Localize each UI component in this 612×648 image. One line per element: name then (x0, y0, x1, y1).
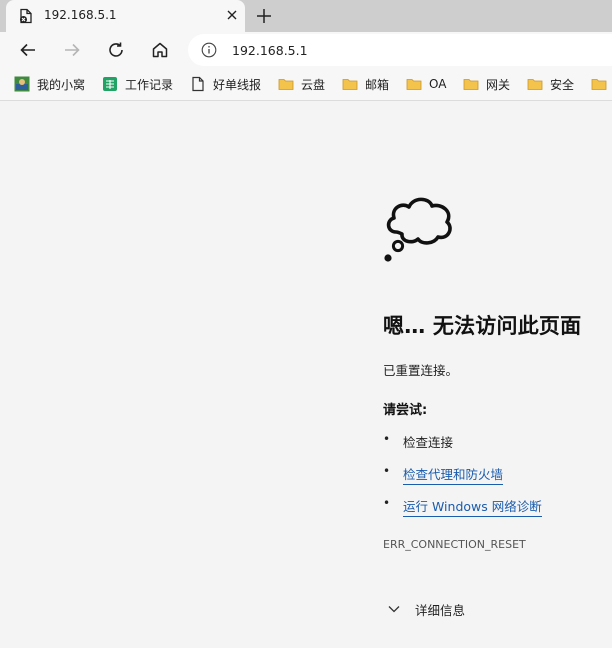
folder-icon (527, 79, 543, 90)
bookmark-folder-gateway[interactable]: 网关 (463, 75, 510, 93)
bookmark-label: 云盘 (301, 77, 326, 92)
tab-active[interactable]: 192.168.5.1 (6, 0, 245, 32)
url-input[interactable] (232, 40, 612, 60)
home-icon (152, 42, 168, 58)
folder-icon (463, 79, 479, 90)
refresh-button[interactable] (102, 36, 130, 64)
error-page (0, 101, 612, 648)
bookmark-label: 工作记录 (125, 77, 174, 92)
details-label: 详细信息 (415, 602, 466, 618)
tab-title: 192.168.5.1 (44, 8, 117, 22)
new-tab-icon[interactable] (254, 6, 274, 26)
chevron-down-icon (388, 606, 400, 613)
forward-arrow-icon (65, 43, 80, 57)
bullet: • (383, 432, 391, 446)
bookmark-work-log[interactable]: 工作记录 (102, 75, 173, 93)
bookmark-deals[interactable]: 好单线报 (190, 75, 261, 93)
error-title: 嗯… 无法访问此页面 (383, 314, 582, 338)
bookmark-folder-security[interactable]: 安全 (527, 75, 574, 93)
folder-icon (406, 79, 422, 90)
broken-page-icon (20, 8, 32, 24)
close-icon[interactable] (224, 7, 240, 23)
bookmark-label: 网关 (486, 77, 511, 92)
folder-icon (278, 79, 294, 90)
bookmark-folder-oa[interactable]: OA (406, 75, 446, 93)
bookmark-label: 好单线报 (213, 77, 262, 92)
link-check-proxy-firewall[interactable]: 检查代理和防火墙 (403, 464, 504, 485)
forward-button[interactable] (58, 36, 86, 64)
try-heading: 请尝试: (383, 403, 428, 418)
home-button[interactable] (146, 36, 174, 64)
folder-icon (591, 79, 607, 90)
suggestion-check-connection: 检查连接 (403, 435, 454, 450)
thought-cloud-icon (384, 197, 452, 262)
back-arrow-icon (20, 43, 35, 57)
page-icon (192, 76, 204, 92)
bullet: • (383, 496, 391, 510)
bookmarks-bar: 我的小窝 工作记录 好单线报 云盘 邮箱 OA 网关 安全 (0, 68, 612, 101)
info-icon[interactable] (201, 42, 217, 58)
bookmark-label: OA (429, 77, 447, 91)
address-bar[interactable] (188, 34, 612, 66)
sheet-icon (103, 77, 117, 91)
folder-icon (342, 79, 358, 90)
link-run-network-diagnostics[interactable]: 运行 Windows 网络诊断 (403, 496, 542, 517)
bullet: • (383, 464, 391, 478)
tab-strip: 192.168.5.1 (0, 0, 612, 32)
bookmark-label: 我的小窝 (37, 77, 86, 92)
details-toggle[interactable]: 详细信息 (383, 600, 465, 618)
bookmark-folder-mail[interactable]: 邮箱 (342, 75, 389, 93)
error-subtitle: 已重置连接。 (383, 363, 459, 378)
refresh-icon (109, 42, 123, 57)
site-favicon (14, 76, 30, 92)
back-button[interactable] (14, 36, 42, 64)
bookmark-folder-cloud[interactable]: 云盘 (278, 75, 325, 93)
bookmark-my-nest[interactable]: 我的小窝 (14, 75, 85, 93)
bookmark-label: 邮箱 (365, 77, 390, 92)
error-code: ERR_CONNECTION_RESET (383, 538, 526, 551)
bookmark-folder-overflow[interactable] (591, 75, 612, 93)
bookmark-label: 安全 (550, 77, 575, 92)
